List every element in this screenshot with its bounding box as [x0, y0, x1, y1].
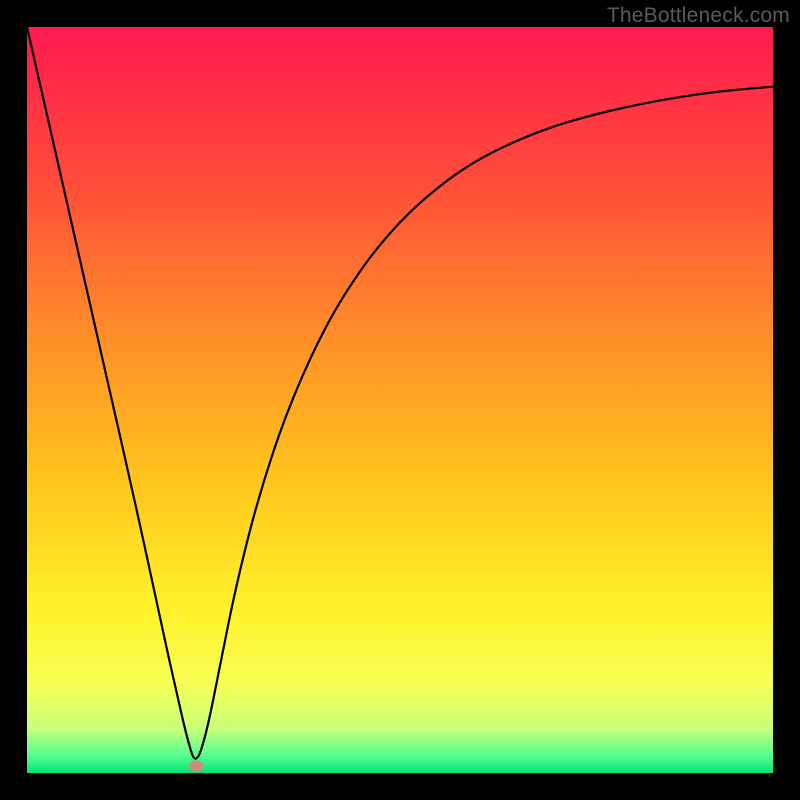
bottleneck-curve: [27, 27, 773, 759]
curve-layer: [27, 27, 773, 773]
minimum-marker: [188, 760, 203, 771]
watermark-label: TheBottleneck.com: [607, 4, 790, 28]
chart-frame: TheBottleneck.com: [0, 0, 800, 800]
plot-area: [27, 27, 773, 773]
